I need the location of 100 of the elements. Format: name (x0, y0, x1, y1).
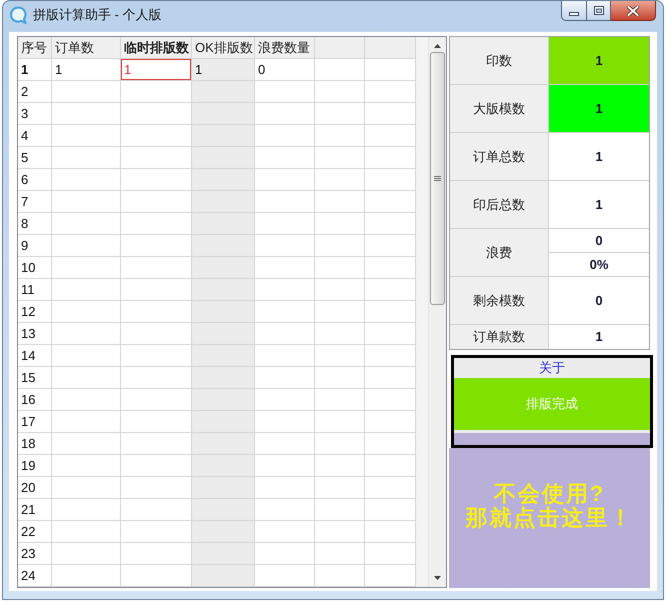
table-cell[interactable] (315, 103, 365, 125)
table-cell[interactable] (315, 235, 365, 257)
table-cell[interactable] (315, 565, 365, 587)
table-cell[interactable] (365, 257, 416, 279)
maximize-button[interactable] (587, 1, 611, 21)
scroll-bar[interactable] (428, 37, 446, 587)
table-cell[interactable] (315, 477, 365, 499)
table-cell[interactable] (255, 235, 315, 257)
table-cell[interactable] (255, 543, 315, 565)
table-cell[interactable] (121, 279, 192, 301)
table-cell[interactable] (365, 169, 416, 191)
table-cell[interactable] (52, 521, 121, 543)
table-cell[interactable] (315, 323, 365, 345)
table-cell[interactable] (255, 565, 315, 587)
table-cell[interactable] (365, 477, 416, 499)
table-cell[interactable] (255, 279, 315, 301)
table-cell[interactable] (365, 455, 416, 477)
table-cell[interactable] (365, 389, 416, 411)
table-cell[interactable] (52, 433, 121, 455)
table-cell[interactable] (121, 455, 192, 477)
table-cell[interactable] (52, 389, 121, 411)
table-cell[interactable] (52, 565, 121, 587)
table-cell[interactable] (121, 125, 192, 147)
table-cell[interactable] (52, 125, 121, 147)
table-cell[interactable] (121, 81, 192, 103)
table-cell[interactable] (315, 257, 365, 279)
table-cell[interactable] (365, 279, 416, 301)
column-header[interactable]: 临时排版数 (121, 37, 192, 59)
table-cell[interactable] (255, 521, 315, 543)
table-cell[interactable] (121, 301, 192, 323)
table-cell[interactable] (121, 543, 192, 565)
table-cell[interactable] (315, 521, 365, 543)
column-header[interactable]: 浪费数量 (255, 37, 315, 59)
table-cell[interactable] (315, 301, 365, 323)
table-cell[interactable] (52, 477, 121, 499)
table-cell[interactable] (365, 521, 416, 543)
table-cell[interactable] (315, 81, 365, 103)
table-cell[interactable] (365, 191, 416, 213)
table-cell[interactable] (315, 279, 365, 301)
table-cell[interactable] (121, 257, 192, 279)
table-cell[interactable] (52, 301, 121, 323)
table-cell[interactable] (365, 125, 416, 147)
table-cell[interactable] (255, 257, 315, 279)
table-cell[interactable] (255, 433, 315, 455)
table-cell[interactable] (121, 147, 192, 169)
table-cell[interactable] (121, 389, 192, 411)
table-cell[interactable] (255, 367, 315, 389)
table-cell[interactable] (52, 169, 121, 191)
table-cell[interactable] (121, 521, 192, 543)
scroll-thumb[interactable] (430, 52, 445, 305)
table-cell[interactable] (315, 345, 365, 367)
table-cell[interactable] (255, 191, 315, 213)
table-cell[interactable] (255, 169, 315, 191)
table-cell[interactable] (121, 499, 192, 521)
table-cell[interactable] (315, 147, 365, 169)
triangle-down-icon[interactable] (434, 576, 441, 580)
table-cell[interactable] (365, 367, 416, 389)
table-cell[interactable] (121, 411, 192, 433)
table-cell[interactable] (52, 103, 121, 125)
table-cell[interactable] (365, 81, 416, 103)
table-cell[interactable] (255, 103, 315, 125)
table-cell[interactable] (315, 191, 365, 213)
table-cell[interactable] (365, 235, 416, 257)
table-cell[interactable] (365, 499, 416, 521)
table-cell[interactable] (315, 499, 365, 521)
minimize-button[interactable] (561, 1, 587, 21)
table-cell[interactable] (121, 565, 192, 587)
table-cell[interactable] (365, 59, 416, 81)
table-cell[interactable] (365, 147, 416, 169)
table-cell[interactable] (121, 367, 192, 389)
table-cell[interactable] (52, 147, 121, 169)
table-cell[interactable]: 0 (255, 59, 315, 81)
table-cell[interactable] (121, 103, 192, 125)
table-cell[interactable] (315, 411, 365, 433)
table-cell[interactable] (52, 455, 121, 477)
table-cell[interactable] (365, 411, 416, 433)
table-cell[interactable] (255, 213, 315, 235)
table-cell[interactable] (52, 257, 121, 279)
table-cell[interactable] (121, 433, 192, 455)
table-cell[interactable] (315, 213, 365, 235)
table-cell[interactable] (365, 301, 416, 323)
table-cell[interactable] (52, 323, 121, 345)
table-cell[interactable] (315, 59, 365, 81)
close-button[interactable] (611, 1, 656, 21)
column-header[interactable] (365, 37, 416, 59)
table-cell[interactable] (255, 411, 315, 433)
table-cell[interactable] (365, 323, 416, 345)
table-cell[interactable] (315, 543, 365, 565)
table-cell[interactable] (121, 235, 192, 257)
table-cell[interactable] (365, 103, 416, 125)
table-cell[interactable] (315, 455, 365, 477)
table-cell[interactable] (52, 367, 121, 389)
table-cell[interactable] (255, 389, 315, 411)
table-cell[interactable] (255, 323, 315, 345)
column-header[interactable] (315, 37, 365, 59)
table-cell[interactable] (121, 323, 192, 345)
column-header[interactable]: 订单数 (52, 37, 121, 59)
table-cell[interactable] (255, 81, 315, 103)
table-cell[interactable] (255, 477, 315, 499)
table-cell[interactable] (365, 565, 416, 587)
